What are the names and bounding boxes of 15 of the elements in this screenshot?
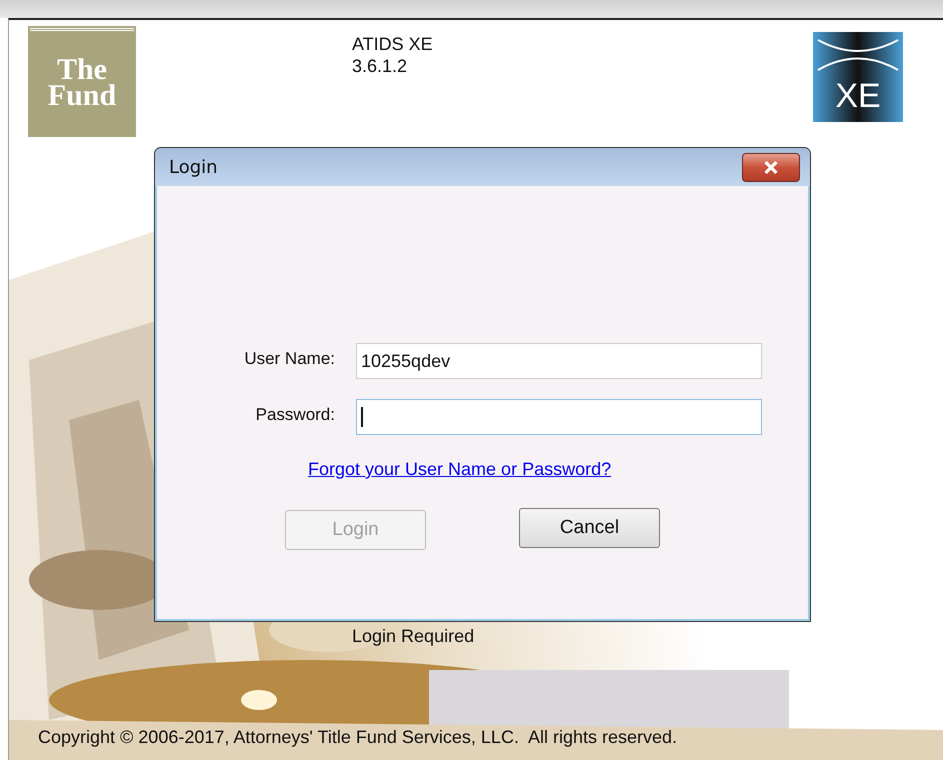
field-label: User Name:: [243, 348, 335, 369]
forgot-link[interactable]: Forgot your User Name or Password?: [308, 459, 612, 480]
version-number: 3.6.1.2: [352, 55, 408, 77]
xe-logo: XE: [813, 32, 903, 122]
input-field[interactable]: [356, 399, 762, 435]
status-text: Login Required: [352, 626, 474, 647]
product-name: ATIDS XE: [352, 33, 433, 55]
input-field[interactable]: 10255qdev: [356, 343, 762, 379]
dialog-button[interactable]: Cancel: [519, 508, 660, 548]
field-label: Password:: [254, 404, 335, 425]
close-button[interactable]: [742, 152, 800, 182]
close-icon: [763, 160, 779, 174]
window-title: Login: [169, 156, 218, 178]
fund-logo: The Fund: [30, 28, 134, 135]
copyright-text: Copyright © 2006-2017, Attorneys' Title Fund Services, LLC. All rights reserved.: [38, 727, 678, 748]
